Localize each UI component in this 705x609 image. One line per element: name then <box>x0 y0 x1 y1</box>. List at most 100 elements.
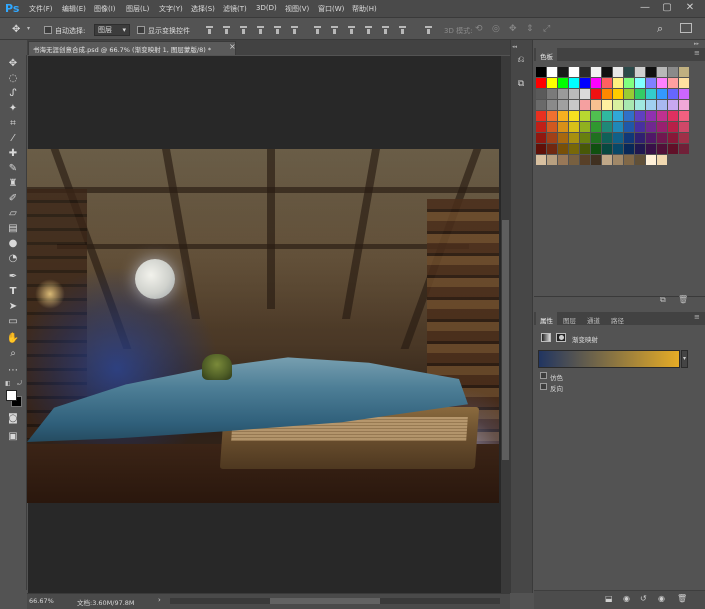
reverse-checkbox[interactable] <box>540 383 547 390</box>
brush-tool-icon[interactable]: ✎ <box>6 162 20 176</box>
foreground-color-swatch[interactable] <box>6 390 17 401</box>
color-swatch[interactable] <box>536 155 546 165</box>
magic-wand-tool-icon[interactable]: ✦ <box>6 102 20 116</box>
tab-swatches[interactable]: 色板 <box>536 48 557 64</box>
color-swatch[interactable] <box>624 78 634 88</box>
pen-tool-icon[interactable]: ✒ <box>6 270 20 284</box>
3d-pan-icon[interactable]: ✥ <box>509 24 517 34</box>
color-swatch[interactable] <box>635 133 645 143</box>
color-swatch[interactable] <box>580 67 590 77</box>
color-swatch[interactable] <box>536 122 546 132</box>
color-swatch[interactable] <box>558 67 568 77</box>
color-swatch[interactable] <box>657 78 667 88</box>
color-swatch[interactable] <box>547 155 557 165</box>
color-swatch[interactable] <box>591 133 601 143</box>
align-left-icon[interactable] <box>256 25 265 34</box>
color-swatch[interactable] <box>668 67 678 77</box>
color-swatch[interactable] <box>580 100 590 110</box>
menu-3d[interactable]: 3D(D) <box>256 4 277 12</box>
search-icon[interactable]: ⌕ <box>657 22 663 36</box>
close-tab-icon[interactable]: × <box>229 42 236 51</box>
color-swatch[interactable] <box>558 78 568 88</box>
3d-rotate-icon[interactable]: ⟲ <box>475 24 483 34</box>
color-swatch[interactable] <box>679 111 689 121</box>
color-swatch[interactable] <box>635 100 645 110</box>
gradient-dropdown-icon[interactable]: ▾ <box>681 350 688 368</box>
default-colors-icon[interactable]: ◧ <box>5 380 11 387</box>
color-swatch[interactable] <box>536 133 546 143</box>
color-swatch[interactable] <box>646 89 656 99</box>
color-swatch[interactable] <box>558 144 568 154</box>
color-swatch[interactable] <box>547 67 557 77</box>
tab-paths[interactable]: 路径 <box>607 312 628 328</box>
color-swatch[interactable] <box>602 89 612 99</box>
visibility-icon[interactable]: ◉ <box>658 594 665 603</box>
color-swatch[interactable] <box>668 144 678 154</box>
tool-preset-dropdown-icon[interactable]: ▾ <box>27 25 30 32</box>
color-swatch[interactable] <box>547 111 557 121</box>
color-swatch[interactable] <box>668 89 678 99</box>
color-swatch[interactable] <box>602 100 612 110</box>
color-swatch[interactable] <box>547 89 557 99</box>
color-swatch[interactable] <box>679 100 689 110</box>
menu-file[interactable]: 文件(F) <box>29 4 53 14</box>
maximize-button[interactable]: ▢ <box>660 2 674 13</box>
color-swatch[interactable] <box>657 100 667 110</box>
color-swatch[interactable] <box>580 122 590 132</box>
color-swatch[interactable] <box>657 122 667 132</box>
more-tools-icon[interactable]: ⋯ <box>6 364 20 378</box>
align-vcenter-icon[interactable] <box>222 25 231 34</box>
color-swatch[interactable] <box>635 89 645 99</box>
color-swatch[interactable] <box>624 100 634 110</box>
align-right-icon[interactable] <box>290 25 299 34</box>
color-swatch[interactable] <box>569 67 579 77</box>
color-swatch[interactable] <box>580 155 590 165</box>
align-bottom-icon[interactable] <box>239 25 248 34</box>
auto-select-dropdown[interactable]: 图层 ▾ <box>94 24 130 36</box>
color-swatch[interactable] <box>679 144 689 154</box>
color-swatch[interactable] <box>668 78 678 88</box>
screen-mode-icon[interactable]: ▣ <box>6 430 20 444</box>
menu-type[interactable]: 文字(Y) <box>159 4 183 14</box>
color-swatch[interactable] <box>536 111 546 121</box>
color-swatch[interactable] <box>679 133 689 143</box>
color-swatch[interactable] <box>613 111 623 121</box>
color-swatch[interactable] <box>602 155 612 165</box>
color-swatch[interactable] <box>569 89 579 99</box>
color-swatch[interactable] <box>646 144 656 154</box>
dodge-tool-icon[interactable]: ◔ <box>6 252 20 266</box>
new-swatch-icon[interactable]: ⧉ <box>660 295 666 305</box>
color-swatch[interactable] <box>569 100 579 110</box>
color-swatch[interactable] <box>646 133 656 143</box>
color-swatch[interactable] <box>580 144 590 154</box>
color-swatch[interactable] <box>679 122 689 132</box>
layer-mask-icon[interactable] <box>556 333 566 342</box>
3d-scale-icon[interactable]: ⤢ <box>543 24 550 34</box>
color-swatch[interactable] <box>591 67 601 77</box>
color-swatch[interactable] <box>569 144 579 154</box>
color-swatch[interactable] <box>536 78 546 88</box>
minimize-button[interactable]: — <box>638 2 652 13</box>
path-selection-tool-icon[interactable]: ➤ <box>6 300 20 314</box>
swap-colors-icon[interactable]: ⤾ <box>17 380 22 388</box>
color-swatch[interactable] <box>668 100 678 110</box>
clone-stamp-tool-icon[interactable]: ♜ <box>6 177 20 191</box>
color-swatch[interactable] <box>569 122 579 132</box>
color-swatch[interactable] <box>591 78 601 88</box>
color-swatch[interactable] <box>569 111 579 121</box>
color-swatch[interactable] <box>613 144 623 154</box>
color-swatch[interactable] <box>668 133 678 143</box>
menu-edit[interactable]: 编辑(E) <box>62 4 86 14</box>
color-swatch[interactable] <box>613 133 623 143</box>
color-swatch[interactable] <box>591 111 601 121</box>
color-swatch[interactable] <box>536 67 546 77</box>
zoom-level[interactable]: 66.67% <box>29 597 54 605</box>
color-swatch[interactable] <box>646 67 656 77</box>
color-swatch[interactable] <box>613 67 623 77</box>
menu-image[interactable]: 图像(I) <box>94 4 116 14</box>
color-swatch[interactable] <box>657 111 667 121</box>
color-swatch[interactable] <box>547 144 557 154</box>
color-swatch[interactable] <box>635 67 645 77</box>
gradient-map-adjustment-icon[interactable] <box>541 333 551 342</box>
color-swatch[interactable] <box>624 67 634 77</box>
